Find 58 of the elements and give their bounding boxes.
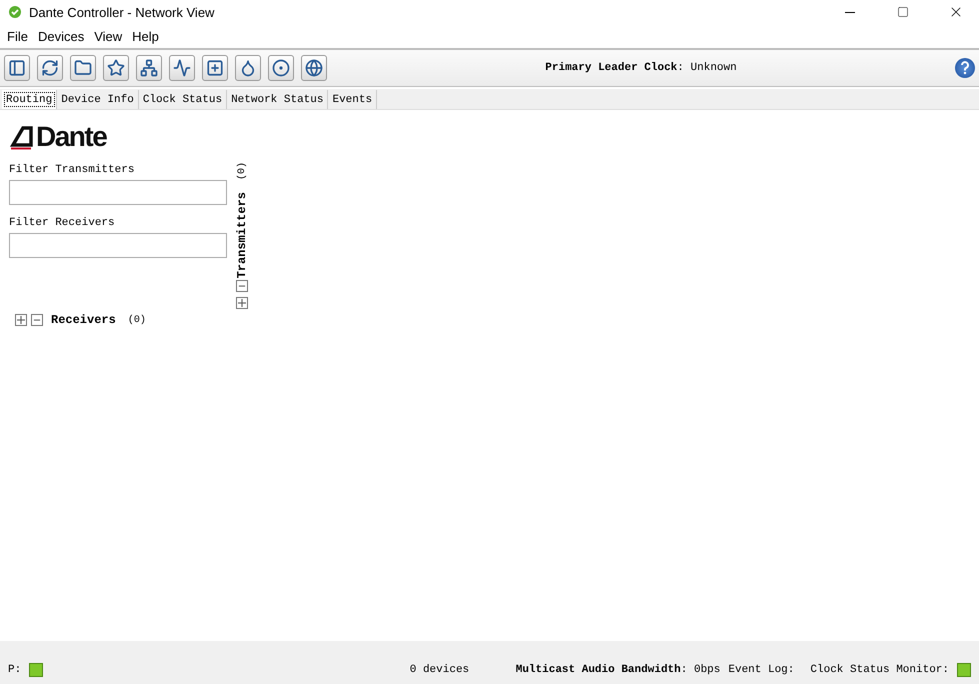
logo-icon [9,124,35,150]
plus-icon [16,315,26,326]
input-field[interactable] [9,180,227,205]
expand-button[interactable] [15,314,27,326]
maximize-icon [897,6,909,18]
menu-item[interactable]: Help [127,28,164,44]
device-count: 0 devices [410,664,470,676]
plus-icon [237,298,247,308]
menu-item[interactable]: View [89,28,128,44]
drop-button[interactable] [235,55,261,81]
separator-text: : [677,62,685,74]
menu-item[interactable]: File [2,28,33,44]
app-icon [8,5,22,19]
expand-button[interactable] [236,297,248,310]
field-label: Filter Receivers [9,217,116,229]
clock-label: Primary Leader Clock [545,62,678,74]
network-button[interactable] [136,55,162,81]
status-label: Event Log: [728,664,794,676]
clock-value: Unknown [690,62,737,74]
section-label: Receivers [51,313,116,328]
folder-button[interactable] [70,55,96,81]
help-icon [960,61,970,75]
logo-text: Dante [36,121,106,153]
tab[interactable]: Routing [2,90,58,109]
collapse-button[interactable] [31,314,43,326]
drop-icon [239,59,257,77]
ring-button[interactable] [268,55,294,81]
menu-item[interactable]: Devices [32,28,90,44]
globe-button[interactable] [301,55,327,81]
refresh-button[interactable] [37,55,63,81]
status-label: Clock Status Monitor: [810,664,950,676]
bandwidth-label: Multicast Audio Bandwidth [516,664,681,676]
collapse-button[interactable] [236,280,248,292]
refresh-icon [41,59,59,77]
ring-icon [272,59,290,77]
separator-text: : [680,664,688,676]
star-button[interactable] [103,55,129,81]
sidebar-icon [8,59,26,77]
plus-button[interactable] [202,55,228,81]
help-button[interactable] [955,58,975,78]
section-label: Transmitters [235,192,249,278]
plus-icon [206,59,224,77]
count-text: (0) [128,314,146,326]
field-label: Filter Transmitters [9,164,136,176]
bandwidth-value: 0bps [694,664,720,676]
status-light [29,663,44,677]
status-label: P: [8,664,22,676]
folder-icon [74,59,92,77]
waveform-icon [173,59,191,77]
window-title: Dante Controller - Network View [29,4,216,20]
input-field[interactable] [9,233,227,258]
status-light [957,663,972,677]
globe-icon [305,59,323,77]
count-text: (0) [236,162,248,180]
sidebar-button[interactable] [4,55,30,81]
waveform-button[interactable] [169,55,195,81]
network-icon [140,59,158,77]
star-icon [107,59,125,77]
